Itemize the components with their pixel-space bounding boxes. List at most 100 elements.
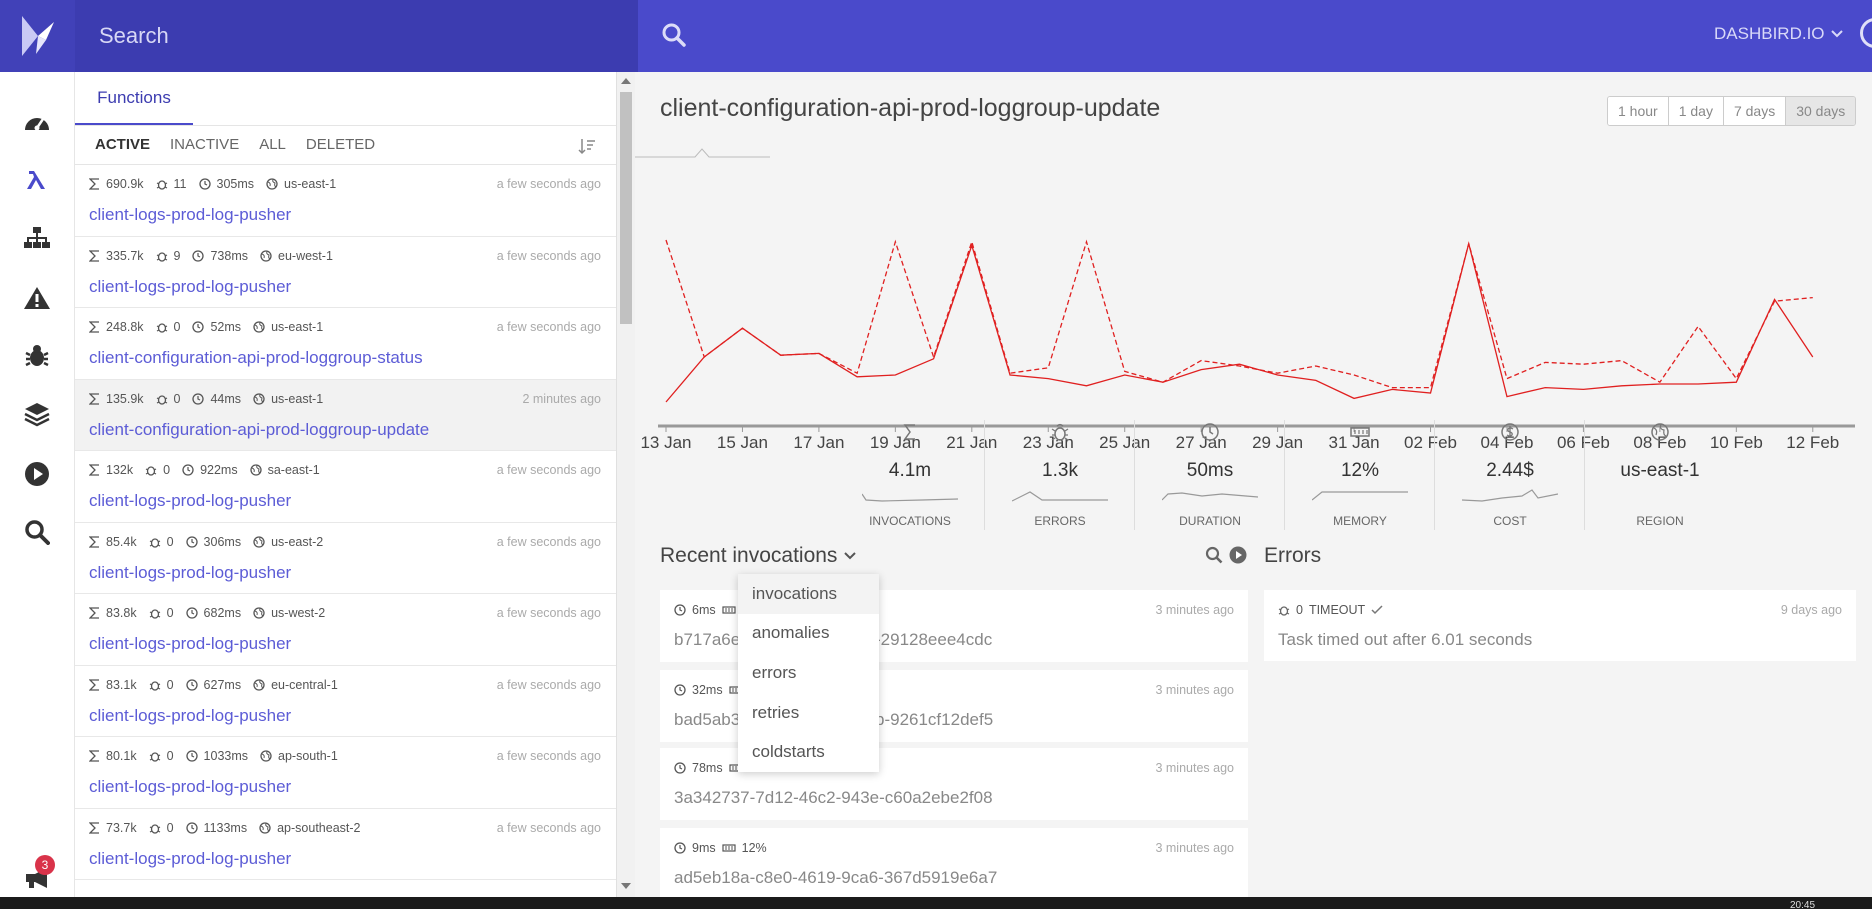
account-menu[interactable]: DASHBIRD.IO — [1714, 24, 1843, 44]
layers-icon[interactable] — [21, 398, 53, 430]
filter-inactive[interactable]: INACTIVE — [170, 136, 239, 153]
globe-icon — [253, 678, 265, 691]
function-list-item[interactable]: 83.8k 0 682ms us-west-2 a few seconds ago cli… — [75, 594, 616, 666]
lambda-icon[interactable] — [21, 164, 53, 196]
divider — [75, 125, 616, 126]
error-count: 0 — [166, 820, 174, 835]
globe-icon — [249, 464, 262, 476]
range-1-day[interactable]: 1 day — [1668, 97, 1724, 125]
error-count: 0 — [166, 749, 174, 763]
region-value: us-east-1 — [284, 177, 337, 191]
invocation-count: 83.8k — [106, 606, 137, 620]
globe-icon — [253, 535, 265, 548]
function-list-item[interactable]: 85.4k 0 306ms us-east-2 a few seconds ago cli… — [75, 523, 616, 594]
sort-icon[interactable] — [577, 136, 597, 156]
function-time: a few seconds ago — [496, 248, 601, 263]
dashbird-logo[interactable] — [0, 0, 75, 72]
function-list-item[interactable]: 132k 0 922ms sa-east-1 a few seconds ago clie… — [75, 451, 616, 523]
bug-icon[interactable] — [21, 340, 53, 372]
play-circle-icon[interactable] — [1229, 546, 1247, 564]
function-time: a few seconds ago — [496, 820, 601, 835]
range-7-days[interactable]: 7 days — [1723, 97, 1787, 125]
function-meta: 80.1k 0 1033ms ap-south-1 — [89, 749, 344, 763]
function-name-link[interactable]: client-logs-prod-log-pusher — [89, 634, 291, 654]
function-list-item[interactable]: 83.1k 0 627ms eu-central-1 a few seconds ago… — [75, 666, 616, 737]
dropdown-option-retries[interactable]: retries — [738, 693, 879, 733]
sigma-icon — [89, 678, 100, 691]
invocation-meta: 6ms — [674, 603, 742, 617]
range-30-days[interactable]: 30 days — [1786, 97, 1856, 125]
duration-value: 738ms — [210, 248, 249, 263]
search-icon[interactable] — [661, 22, 687, 48]
function-list-item[interactable]: 248.8k 0 52ms us-east-1 a few seconds ago cli… — [75, 308, 616, 380]
dropdown-option-errors[interactable]: errors — [738, 653, 879, 693]
filter-all[interactable]: ALL — [259, 136, 286, 153]
invocation-count: 248.8k — [106, 320, 144, 334]
search-input[interactable] — [99, 18, 569, 54]
function-name-link[interactable]: client-logs-prod-log-pusher — [89, 491, 291, 511]
function-name-link[interactable]: client-configuration-api-prod-loggroup-s… — [89, 348, 423, 368]
play-circle-icon[interactable] — [21, 458, 53, 490]
sigma-icon — [89, 750, 100, 762]
memory-icon — [722, 605, 736, 615]
invocation-card[interactable]: 9ms 12% 3 minutes ago ad5eb18a-c8e0-4619-9c… — [660, 828, 1248, 900]
globe-icon — [260, 750, 272, 762]
sparkline — [1312, 488, 1408, 504]
scroll-up-arrow[interactable] — [621, 78, 631, 84]
function-name-link[interactable]: client-logs-prod-log-pusher — [89, 563, 291, 583]
stat-invocations: 4.1m INVOCATIONS — [835, 420, 985, 530]
function-name-link[interactable]: client-logs-prod-log-pusher — [89, 849, 291, 869]
sitemap-icon[interactable] — [21, 222, 53, 254]
function-list-item[interactable]: 690.9k 11 305ms us-east-1 a few seconds ago c… — [75, 165, 616, 237]
recent-invocations-header[interactable]: Recent invocations — [660, 544, 857, 568]
avatar[interactable] — [1860, 18, 1872, 48]
nav-rail: 3 — [0, 72, 75, 909]
sigma-icon — [89, 607, 100, 619]
warning-icon[interactable] — [21, 282, 53, 314]
memory-icon — [1348, 420, 1372, 444]
function-name-link[interactable]: client-logs-prod-log-pusher — [89, 706, 291, 726]
functions-scrollbar[interactable] — [617, 72, 635, 909]
function-list-item[interactable]: 135.9k 0 44ms us-east-1 2 minutes ago client-… — [75, 379, 616, 451]
stat-label: MEMORY — [1333, 514, 1387, 528]
invocation-duration: 6ms — [692, 603, 716, 617]
search-icon[interactable] — [1205, 546, 1223, 564]
region-value: eu-central-1 — [271, 677, 338, 692]
page-title: client-configuration-api-prod-loggroup-u… — [660, 94, 1161, 122]
duration-value: 306ms — [203, 534, 242, 549]
invocation-count: 335.7k — [106, 248, 144, 263]
chart-collapse-handle[interactable] — [635, 144, 770, 158]
range-1-hour[interactable]: 1 hour — [1608, 97, 1669, 125]
tab-functions[interactable]: Functions — [75, 72, 193, 126]
function-name-link[interactable]: client-configuration-api-prod-loggroup-u… — [89, 420, 429, 440]
scroll-thumb[interactable] — [620, 92, 632, 324]
function-meta: 135.9k 0 44ms us-east-1 — [89, 392, 329, 406]
stat-memory: 12% MEMORY — [1285, 420, 1435, 530]
function-list-item[interactable]: 80.1k 0 1033ms ap-south-1 a few seconds ago c… — [75, 737, 616, 809]
duration-value: 627ms — [203, 677, 242, 692]
filter-active[interactable]: ACTIVE — [95, 136, 150, 153]
function-name-link[interactable]: client-logs-prod-log-pusher — [89, 205, 291, 225]
function-name-link[interactable]: client-logs-prod-log-pusher — [89, 777, 291, 797]
dropdown-option-invocations[interactable]: invocations — [738, 574, 879, 614]
function-name-link[interactable]: client-logs-prod-log-pusher — [89, 277, 291, 297]
clock-icon — [192, 321, 205, 333]
filter-deleted[interactable]: DELETED — [306, 136, 375, 153]
globe-icon — [259, 821, 271, 834]
search-nav-icon[interactable] — [21, 516, 53, 548]
duration-value: 44ms — [210, 391, 242, 406]
region-value: us-west-2 — [271, 606, 326, 620]
stats-row: 4.1m INVOCATIONS 1.3k ERRORS 50ms DURATION 12%… — [835, 420, 1735, 530]
memory-icon — [722, 843, 736, 853]
error-meta: 0 TIMEOUT — [1278, 603, 1383, 617]
function-time: a few seconds ago — [496, 534, 601, 549]
dashboard-icon[interactable] — [21, 106, 53, 138]
sigma-icon — [89, 821, 100, 834]
dropdown-option-anomalies[interactable]: anomalies — [738, 614, 879, 654]
invocation-duration: 9ms — [692, 841, 716, 855]
error-card[interactable]: 0 TIMEOUT 9 days ago Task timed out afte… — [1264, 590, 1856, 661]
function-list-item[interactable]: 335.7k 9 738ms eu-west-1 a few seconds ago cl… — [75, 237, 616, 308]
scroll-down-arrow[interactable] — [621, 883, 631, 889]
dropdown-option-coldstarts[interactable]: coldstarts — [738, 732, 879, 772]
function-list-item[interactable]: 73.7k 0 1133ms ap-southeast-2 a few seconds … — [75, 809, 616, 880]
